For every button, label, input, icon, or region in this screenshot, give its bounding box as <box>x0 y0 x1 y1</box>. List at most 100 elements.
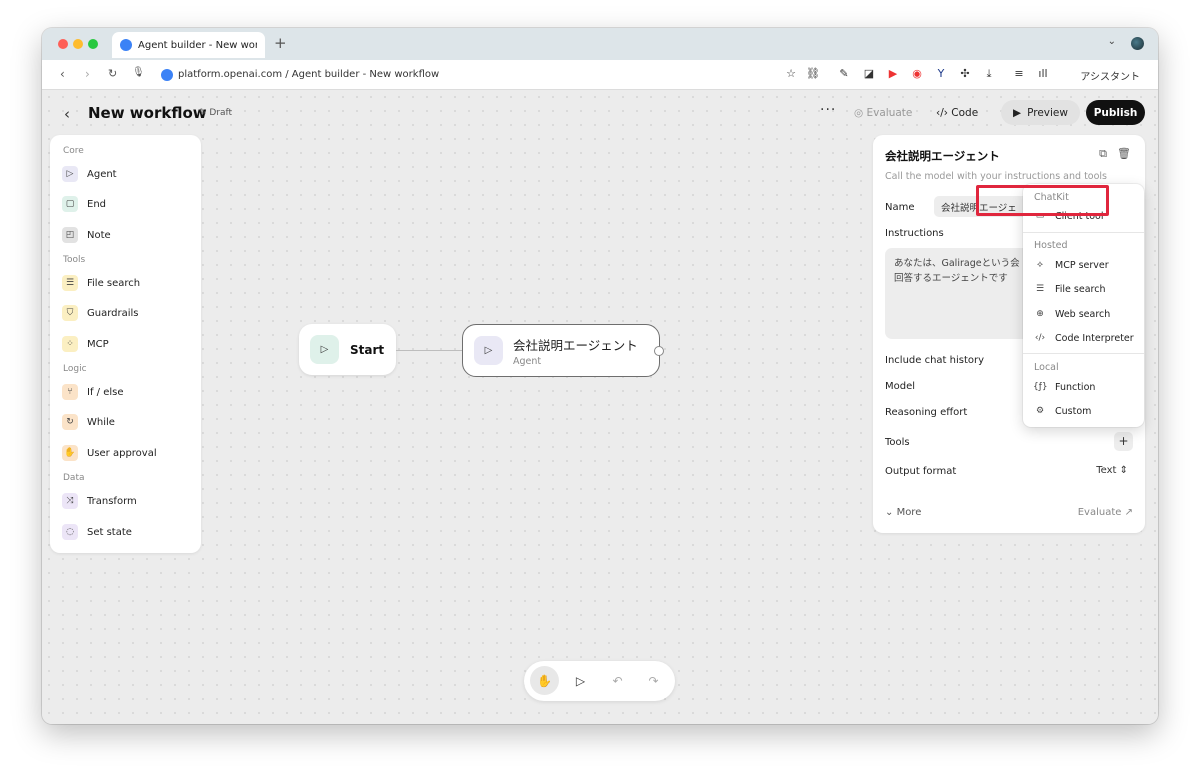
evaluate-link[interactable]: Evaluate ↗ <box>1078 507 1133 518</box>
site-favicon-icon <box>161 69 173 81</box>
instructions-line: あなたは、Galirageという会 <box>894 258 1020 269</box>
gear-icon: ⚙ <box>1035 406 1045 416</box>
code-button[interactable]: ‹/› Code <box>936 107 978 119</box>
close-window-button[interactable] <box>58 39 68 49</box>
minimize-window-button[interactable] <box>73 39 83 49</box>
agent-output-port[interactable] <box>654 346 664 356</box>
copy-icon[interactable]: ⧉ <box>1099 147 1107 161</box>
loop-icon: ↻ <box>62 414 78 430</box>
start-node[interactable]: ▷ Start <box>299 324 396 375</box>
agent-node-title: 会社説明エージェント <box>513 337 638 353</box>
reload-icon[interactable]: ↻ <box>108 67 117 80</box>
palette-item-guardrails[interactable]: ⛉ Guardrails <box>62 303 139 323</box>
publish-button[interactable]: Publish <box>1086 100 1145 125</box>
star-icon[interactable]: ☆ <box>784 67 798 81</box>
url-text[interactable]: platform.openai.com / Agent builder - Ne… <box>178 69 439 80</box>
palette-item-file-search[interactable]: ☰ File search <box>62 273 140 293</box>
preview-label: Preview <box>1027 106 1068 119</box>
palette-item-label: While <box>87 416 115 428</box>
palette-item-label: End <box>87 198 107 210</box>
dropdown-item-custom[interactable]: ⚙ Custom <box>1033 402 1091 420</box>
palette-item-label: Note <box>87 229 111 241</box>
dropdown-item-file-search[interactable]: ☰ File search <box>1033 280 1106 298</box>
evaluate-button[interactable]: ◎ Evaluate <box>854 107 912 119</box>
model-label: Model <box>885 381 916 392</box>
tab-strip: Agent builder - New workflo + ⌄ <box>42 28 1158 60</box>
forward-arrow-icon[interactable]: › <box>85 67 90 81</box>
palette-item-set-state[interactable]: ◌ Set state <box>62 522 132 542</box>
more-toggle[interactable]: ⌄ More <box>885 507 921 518</box>
add-tool-dropdown: ChatKit ▭ Client tool Hosted ⟡ MCP server … <box>1023 184 1144 427</box>
agent-icon: ▷ <box>474 336 503 365</box>
palette-item-agent[interactable]: ▷ Agent <box>62 164 117 184</box>
name-label: Name <box>885 202 915 213</box>
back-arrow-icon[interactable]: ‹ <box>60 67 65 81</box>
new-tab-button[interactable]: + <box>274 34 287 52</box>
pan-hand-icon[interactable]: ✋ <box>530 666 559 695</box>
agent-icon: ▷ <box>62 166 78 182</box>
pointer-icon[interactable]: ▷ <box>566 666 595 695</box>
end-icon: ▢ <box>62 196 78 212</box>
download-icon[interactable]: ⤓ <box>982 67 996 81</box>
trash-icon[interactable]: 🗑 <box>1117 147 1131 161</box>
browser-tab[interactable]: Agent builder - New workflo <box>112 32 265 58</box>
palette-item-note[interactable]: ◰ Note <box>62 225 111 245</box>
profile-avatar[interactable] <box>1131 37 1144 50</box>
dropdown-item-code-interpreter[interactable]: ‹/› Code Interpreter <box>1033 329 1134 347</box>
preview-button[interactable]: ▶ Preview <box>1001 100 1080 125</box>
record-extension-icon[interactable]: ◉ <box>910 67 924 81</box>
inspector-actions: ⧉ 🗑 <box>1099 147 1131 161</box>
add-tool-button[interactable]: + <box>1114 432 1133 451</box>
canvas-toolbar: ✋ ▷ ↶ ↷ <box>524 661 675 701</box>
dropdown-item-mcp-server[interactable]: ⟡ MCP server <box>1033 256 1109 274</box>
palette-section-tools: Tools <box>63 255 86 265</box>
audio-wave-icon[interactable]: ıll <box>1036 67 1050 81</box>
dropdown-item-label: Custom <box>1055 405 1092 417</box>
puzzle-extension-icon[interactable]: ✣ <box>958 67 972 81</box>
palette-item-label: Guardrails <box>87 307 139 319</box>
palette-item-user-approval[interactable]: ✋ User approval <box>62 443 157 463</box>
shield-icon: ⛉ <box>62 305 78 321</box>
y-extension-icon[interactable]: Y <box>934 67 948 81</box>
chevron-down-icon: ⌄ <box>885 507 897 518</box>
palette-item-label: If / else <box>87 386 124 398</box>
pen-extension-icon[interactable]: ✎ <box>837 67 851 81</box>
assistant-button[interactable]: アシスタント <box>1080 68 1140 83</box>
youtube-extension-icon[interactable]: ▶ <box>886 67 900 81</box>
back-chevron-icon[interactable]: ‹ <box>64 105 70 123</box>
output-format-value: Text <box>1096 465 1117 476</box>
palette-item-label: User approval <box>87 447 157 459</box>
menu-icon[interactable]: ≡ <box>1012 67 1026 81</box>
evaluate-link-label: Evaluate <box>1077 507 1122 518</box>
dropdown-item-function[interactable]: {ƒ} Function <box>1033 378 1095 396</box>
tab-list-chevron-icon[interactable]: ⌄ <box>1108 36 1116 47</box>
maximize-window-button[interactable] <box>88 39 98 49</box>
palette-item-end[interactable]: ▢ End <box>62 194 106 214</box>
send-extension-icon[interactable]: ◪ <box>862 67 876 81</box>
link-icon[interactable]: ⛓ <box>806 67 820 81</box>
dropdown-item-web-search[interactable]: ⊕ Web search <box>1033 305 1110 323</box>
agent-node[interactable]: ▷ 会社説明エージェント Agent <box>462 324 660 377</box>
palette-item-transform[interactable]: ⤨ Transform <box>62 491 137 511</box>
include-chat-history-label: Include chat history <box>885 355 985 366</box>
inspector-description: Call the model with your instructions an… <box>885 171 1108 182</box>
dropdown-item-label: MCP server <box>1055 259 1109 271</box>
undo-icon[interactable]: ↶ <box>603 666 632 695</box>
palette-item-label: Agent <box>87 168 117 180</box>
branch-icon: ⑂ <box>62 384 78 400</box>
server-icon: ⟡ <box>1037 260 1043 270</box>
tab-title: Agent builder - New workflo <box>138 39 257 51</box>
instructions-textarea[interactable]: あなたは、Galirageという会 回答するエージェントです <box>885 248 1035 339</box>
output-format-select[interactable]: Text ⇕ <box>1096 465 1128 476</box>
dropdown-divider <box>1023 232 1144 233</box>
more-options-button[interactable]: ··· <box>820 102 836 118</box>
palette-item-label: Transform <box>87 495 137 507</box>
dropdown-divider <box>1023 353 1144 354</box>
palette-item-mcp[interactable]: ⁘ MCP <box>62 334 109 354</box>
node-palette: Core ▷ Agent ▢ End ◰ Note Tools ☰ File searc… <box>50 135 201 553</box>
redo-icon[interactable]: ↷ <box>639 666 668 695</box>
palette-item-while[interactable]: ↻ While <box>62 412 115 432</box>
evaluate-label: Evaluate <box>866 107 913 119</box>
palette-item-if-else[interactable]: ⑂ If / else <box>62 382 124 402</box>
microphone-icon[interactable]: 🎙 <box>132 67 145 78</box>
